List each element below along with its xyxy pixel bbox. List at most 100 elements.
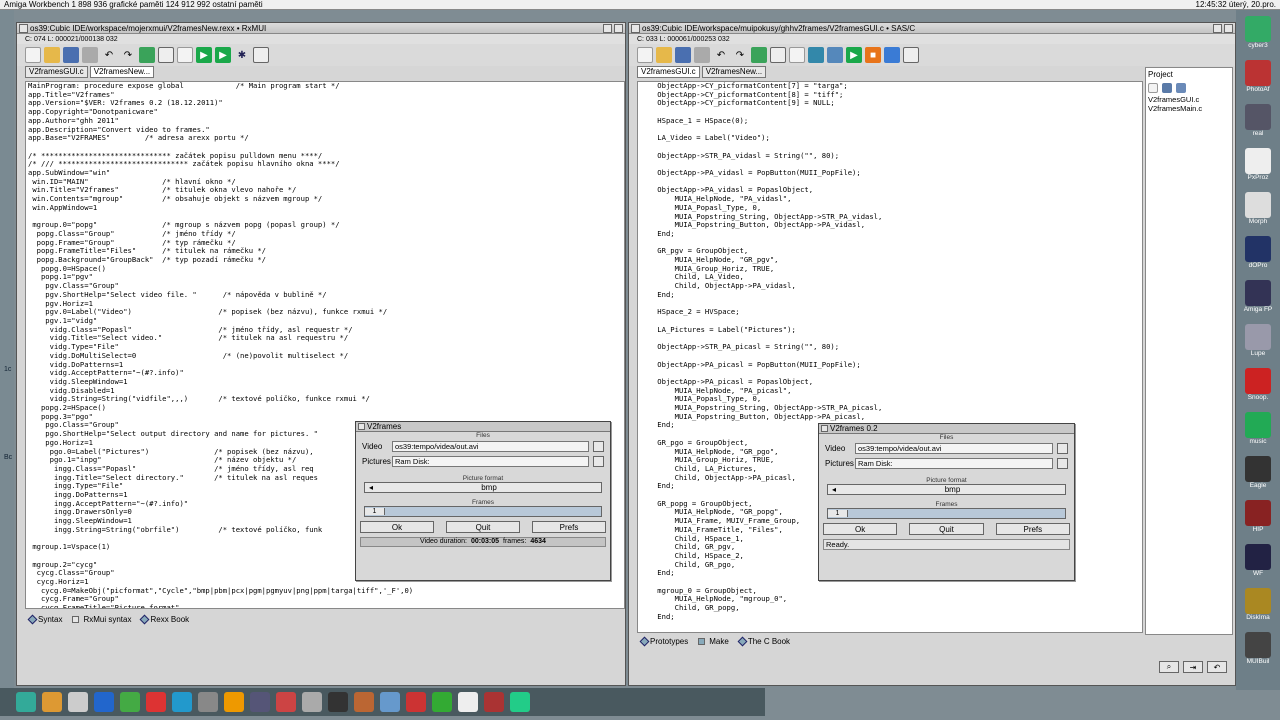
- run-icon[interactable]: ▶: [846, 47, 862, 63]
- file-picker-icon[interactable]: [593, 456, 604, 467]
- dock-item[interactable]: music: [1240, 412, 1276, 445]
- ok-button[interactable]: Ok: [360, 521, 434, 533]
- v2frames-dialog[interactable]: V2frames Files Video os39:tempo/videa/ou…: [355, 421, 611, 581]
- tab-prototypes[interactable]: Prototypes: [639, 636, 688, 646]
- taskbar-app-icon[interactable]: [354, 692, 374, 712]
- file-picker-icon[interactable]: [593, 441, 604, 452]
- tab-rexx-book[interactable]: Rexx Book: [140, 614, 189, 624]
- pictures-field[interactable]: Ram Disk:: [855, 458, 1053, 469]
- taskbar-app-icon[interactable]: [276, 692, 296, 712]
- picture-format-cycle[interactable]: ◂ bmp: [827, 484, 1066, 495]
- right-window-titlebar[interactable]: os39:Cubic IDE/workspace/muipokusy/ghhv2…: [629, 23, 1235, 34]
- info-icon[interactable]: [158, 47, 174, 63]
- dock-item[interactable]: PxProz: [1240, 148, 1276, 181]
- dock-item[interactable]: Lupe: [1240, 324, 1276, 357]
- taskbar-app-icon[interactable]: [224, 692, 244, 712]
- v2frames-02-dialog[interactable]: V2frames 0.2 Files Video os39:tempo/vide…: [818, 423, 1075, 581]
- run-icon[interactable]: ▶: [196, 47, 212, 63]
- zoom-icon[interactable]: [614, 23, 623, 33]
- video-field[interactable]: os39:tempo/videa/out.avi: [392, 441, 589, 452]
- tab-syntax[interactable]: Syntax: [27, 614, 62, 624]
- depth-icon[interactable]: [603, 23, 612, 33]
- tab-c-book[interactable]: The C Book: [737, 636, 790, 646]
- taskbar-app-icon[interactable]: [68, 692, 88, 712]
- info-icon[interactable]: [770, 47, 786, 63]
- open-folder-icon[interactable]: [656, 47, 672, 63]
- open-folder-icon[interactable]: [44, 47, 60, 63]
- dock-item[interactable]: real: [1240, 104, 1276, 137]
- redo-icon[interactable]: ↷: [120, 47, 136, 63]
- picture-format-cycle[interactable]: ◂ bmp: [364, 482, 602, 493]
- close-icon[interactable]: [358, 423, 365, 430]
- tab-v2framesgui[interactable]: V2framesGUI.c: [637, 66, 700, 78]
- taskbar-app-icon[interactable]: [328, 692, 348, 712]
- dock-item[interactable]: DiskIma: [1240, 588, 1276, 621]
- undo-icon[interactable]: ↶: [713, 47, 729, 63]
- output-icon[interactable]: [903, 47, 919, 63]
- quit-button[interactable]: Quit: [909, 523, 984, 535]
- taskbar-app-icon[interactable]: [250, 692, 270, 712]
- build-icon[interactable]: [751, 47, 767, 63]
- taskbar-app-icon[interactable]: [380, 692, 400, 712]
- file-icon[interactable]: [1148, 83, 1158, 93]
- prefs-button[interactable]: Prefs: [995, 523, 1070, 535]
- dock-item[interactable]: Snoop.: [1240, 368, 1276, 401]
- dock-item[interactable]: Eagle: [1240, 456, 1276, 489]
- taskbar-app-icon[interactable]: [302, 692, 322, 712]
- frames-slider[interactable]: 1: [364, 506, 602, 517]
- tab-v2framesnew[interactable]: V2framesNew...: [89, 66, 155, 78]
- dock-item[interactable]: dOPro: [1240, 236, 1276, 269]
- document-icon[interactable]: [789, 47, 805, 63]
- project-file[interactable]: V2framesMain.c: [1146, 104, 1232, 113]
- left-window-titlebar[interactable]: os39:Cubic IDE/workspace/mojerxmui/V2fra…: [17, 23, 625, 34]
- dock-item[interactable]: cyber3: [1240, 16, 1276, 49]
- undo-icon[interactable]: ↶: [101, 47, 117, 63]
- dock-item[interactable]: HIP: [1240, 500, 1276, 533]
- build-icon[interactable]: [139, 47, 155, 63]
- project-file[interactable]: V2framesGUI.c: [1146, 95, 1232, 104]
- taskbar-app-icon[interactable]: [510, 692, 530, 712]
- taskbar-app-icon[interactable]: [406, 692, 426, 712]
- ok-button[interactable]: Ok: [823, 523, 898, 535]
- new-file-icon[interactable]: [637, 47, 653, 63]
- file-picker-icon[interactable]: [1057, 443, 1068, 454]
- pictures-field[interactable]: Ram Disk:: [392, 456, 589, 467]
- search-icon[interactable]: ⌕: [1159, 661, 1179, 673]
- print-icon[interactable]: [694, 47, 710, 63]
- close-icon[interactable]: [631, 23, 640, 33]
- redo-icon[interactable]: ↷: [732, 47, 748, 63]
- zoom-icon[interactable]: [1224, 23, 1233, 33]
- document-icon[interactable]: [177, 47, 193, 63]
- stop-icon[interactable]: ■: [865, 47, 881, 63]
- back-icon[interactable]: ↶: [1207, 661, 1227, 673]
- taskbar-app-icon[interactable]: [198, 692, 218, 712]
- frames-slider[interactable]: 1: [827, 508, 1066, 519]
- save-icon[interactable]: [63, 47, 79, 63]
- tree-icon[interactable]: [1176, 83, 1186, 93]
- quit-button[interactable]: Quit: [446, 521, 520, 533]
- dock-item[interactable]: Morph: [1240, 192, 1276, 225]
- left-editor-window[interactable]: os39:Cubic IDE/workspace/mojerxmui/V2fra…: [16, 22, 626, 686]
- run-step-icon[interactable]: ▶: [215, 47, 231, 63]
- dock-item[interactable]: PhotoAf: [1240, 60, 1276, 93]
- dialog-titlebar[interactable]: V2frames 0.2: [819, 424, 1074, 434]
- make-icon[interactable]: [827, 47, 843, 63]
- taskbar-app-icon[interactable]: [42, 692, 62, 712]
- taskbar-app-icon[interactable]: [432, 692, 452, 712]
- new-file-icon[interactable]: [25, 47, 41, 63]
- tab-rxmui-syntax[interactable]: RxMui syntax: [72, 615, 131, 624]
- compile-icon[interactable]: [808, 47, 824, 63]
- debug-bug-icon[interactable]: ✱: [234, 47, 250, 63]
- save-icon[interactable]: [675, 47, 691, 63]
- jump-icon[interactable]: ⇥: [1183, 661, 1203, 673]
- prefs-button[interactable]: Prefs: [532, 521, 606, 533]
- dock-item[interactable]: WF: [1240, 544, 1276, 577]
- taskbar-app-icon[interactable]: [458, 692, 478, 712]
- close-icon[interactable]: [19, 23, 28, 33]
- tab-v2framesgui[interactable]: V2framesGUI.c: [25, 66, 88, 78]
- tab-make[interactable]: Make: [698, 637, 729, 646]
- tab-v2framesnew[interactable]: V2framesNew...: [701, 66, 767, 78]
- taskbar-app-icon[interactable]: [94, 692, 114, 712]
- close-icon[interactable]: [821, 425, 828, 432]
- menu-bar[interactable]: Amiga Workbench 1 898 936 grafické pamět…: [0, 0, 1280, 10]
